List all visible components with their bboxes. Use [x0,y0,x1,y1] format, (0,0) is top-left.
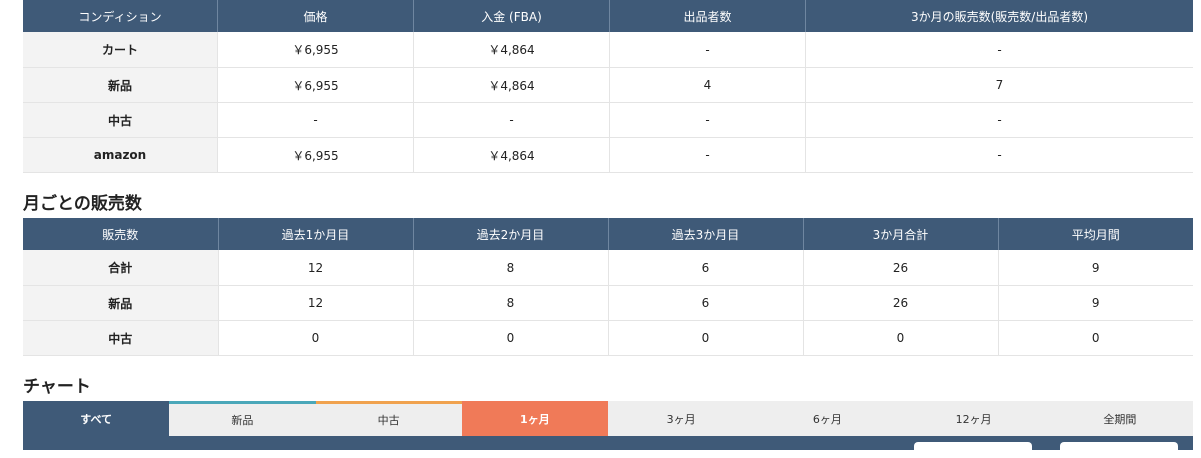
col-3month-sales: 3か月の販売数(販売数/出品者数) [805,0,1193,32]
row-label: amazon [23,137,218,173]
table-row: 新品 12 8 6 26 9 [23,285,1193,321]
tab-12month[interactable]: 12ヶ月 [900,401,1047,436]
monthly-sales-table: 販売数 過去1か月目 過去2か月目 過去3か月目 3か月合計 平均月間 合計 1… [23,218,1193,356]
row-label: 新品 [23,67,218,103]
cell: 26 [802,250,998,286]
cell: 8 [412,285,608,321]
table-row: amazon ￥6,955 ￥4,864 - - [23,137,1193,173]
cell: - [805,32,1193,68]
cell: ￥6,955 [217,67,414,103]
cell: ￥4,864 [413,137,610,173]
chart-option-button[interactable] [914,442,1032,458]
chart-option-button[interactable] [1060,442,1178,458]
table-row: 新品 ￥6,955 ￥4,864 4 7 [23,67,1193,103]
table-row: 中古 - - - - [23,102,1193,138]
col-sales: 販売数 [23,218,218,250]
page: コンディション 価格 入金 (FBA) 出品者数 3か月の販売数(販売数/出品者… [0,0,1201,458]
tab-all-period[interactable]: 全期間 [1046,401,1193,436]
col-month2: 過去2か月目 [412,218,608,250]
cell: ￥4,864 [413,67,610,103]
cell: - [609,102,806,138]
cell: 4 [609,67,806,103]
cell: 0 [802,320,998,356]
tab-used[interactable]: 中古 [315,401,462,436]
tab-6month[interactable]: 6ヶ月 [754,401,901,436]
cell: ￥4,864 [413,32,610,68]
tab-new[interactable]: 新品 [169,401,316,436]
col-3month-total: 3か月合計 [802,218,998,250]
cell: 12 [217,250,413,286]
chart-tabs: すべて 新品 中古 1ヶ月 3ヶ月 6ヶ月 12ヶ月 全期間 [23,401,1193,436]
price-table: コンディション 価格 入金 (FBA) 出品者数 3か月の販売数(販売数/出品者… [23,0,1193,173]
monthly-sales-title: 月ごとの販売数 [23,194,142,214]
cell: - [609,32,806,68]
cell: - [217,102,414,138]
col-month3: 過去3か月目 [607,218,803,250]
cell: - [413,102,610,138]
price-table-header: コンディション 価格 入金 (FBA) 出品者数 3か月の販売数(販売数/出品者… [23,0,1193,32]
row-label: 中古 [23,320,218,356]
monthly-table-header: 販売数 過去1か月目 過去2か月目 過去3か月目 3か月合計 平均月間 [23,218,1193,250]
cell: 9 [997,250,1193,286]
row-label: 新品 [23,285,218,321]
cell: 0 [217,320,413,356]
cell: 9 [997,285,1193,321]
cell: 12 [217,285,413,321]
tab-1month[interactable]: 1ヶ月 [461,401,608,436]
col-condition: コンディション [23,0,218,32]
tab-3month[interactable]: 3ヶ月 [608,401,755,436]
row-label: 合計 [23,250,218,286]
table-row: 合計 12 8 6 26 9 [23,250,1193,286]
col-price: 価格 [217,0,414,32]
cell: 0 [412,320,608,356]
cell: 7 [805,67,1193,103]
table-row: 中古 0 0 0 0 0 [23,320,1193,356]
chart-title: チャート [23,377,91,397]
row-label: 中古 [23,102,218,138]
cell: - [805,137,1193,173]
cell: 6 [607,285,803,321]
cell: 8 [412,250,608,286]
col-sellers: 出品者数 [609,0,806,32]
cell: 0 [997,320,1193,356]
row-label: カート [23,32,218,68]
cell: ￥6,955 [217,137,414,173]
cell: 6 [607,250,803,286]
col-fba: 入金 (FBA) [413,0,610,32]
table-row: カート ￥6,955 ￥4,864 - - [23,32,1193,68]
col-monthly-avg: 平均月間 [997,218,1193,250]
col-month1: 過去1か月目 [217,218,413,250]
cell: 0 [607,320,803,356]
cell: 26 [802,285,998,321]
cell: - [609,137,806,173]
tab-all[interactable]: すべて [23,401,170,436]
cell: ￥6,955 [217,32,414,68]
cell: - [805,102,1193,138]
